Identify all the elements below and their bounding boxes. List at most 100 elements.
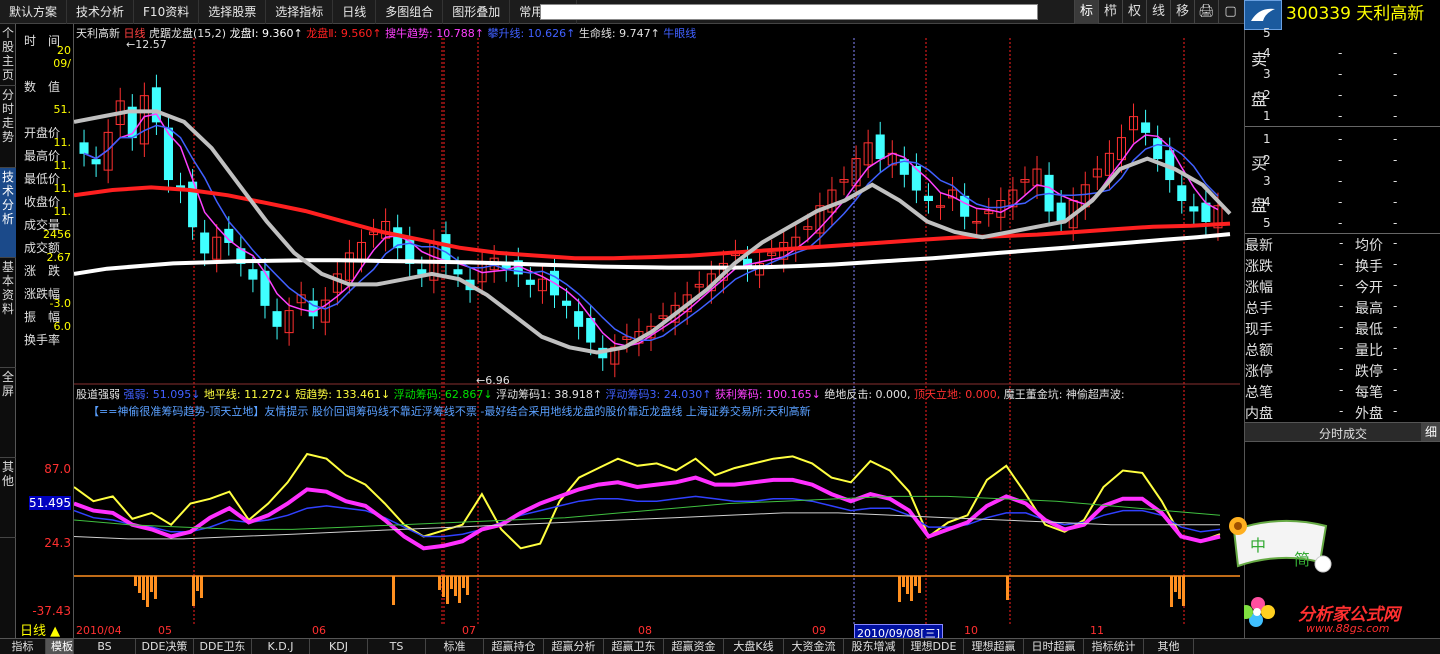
tab-intraday[interactable]: 分时走势 (0, 86, 16, 168)
signal-bar (392, 576, 395, 605)
legend-entry: 攀升线: 10.626↑ (487, 27, 579, 40)
menu-f10[interactable]: F10资料 (134, 0, 200, 24)
sell-label: 盘 (1251, 90, 1268, 109)
orderbook-price: - (1338, 88, 1343, 102)
quote-label: 均价 (1355, 238, 1383, 254)
bottom-tab[interactable]: 指标统计 (1084, 639, 1144, 654)
menu-multi-chart[interactable]: 多图组合 (376, 0, 444, 24)
brand-banner: 分析家公式网 www.88gs.com (1239, 594, 1440, 638)
quote-value: - (1393, 320, 1398, 334)
bottom-tab[interactable]: DDE决策 (136, 639, 194, 654)
window-icon[interactable]: ▢ (1218, 0, 1242, 24)
quote-value: - (1339, 341, 1344, 355)
ticks-fine-button[interactable]: 细 (1421, 423, 1440, 441)
bottom-tab[interactable]: DDE卫东 (194, 639, 252, 654)
print-icon[interactable]: 🖨 (1194, 0, 1218, 24)
divider (1245, 126, 1440, 127)
bottom-tab[interactable]: 超赢分析 (544, 639, 604, 654)
bottom-tab[interactable]: 模板 (46, 639, 74, 654)
info-label: 涨 跌 (24, 264, 61, 278)
orderbook-price: - (1338, 67, 1343, 81)
app-window: 默认方案 技术分析 F10资料 选择股票 选择指标 日线 多图组合 图形叠加 常… (0, 0, 1440, 654)
menu-overlay[interactable]: 图形叠加 (443, 0, 511, 24)
signal-bar (438, 576, 441, 590)
lower-axis-label: 51.495 (29, 496, 71, 510)
lower-axis-label: 87.0 (44, 462, 71, 476)
legend-entry: 虎踞龙盘(15,2) (149, 27, 230, 40)
legend-entry: 龙盘Ⅰ: 9.360↑ (229, 27, 307, 40)
quote-value: - (1339, 404, 1344, 418)
quote-value: - (1339, 257, 1344, 271)
jian-char: 简 (1294, 550, 1311, 569)
bottom-tab[interactable]: 理想DDE (904, 639, 964, 654)
orderbook-sell-row: 2-- (1245, 86, 1440, 107)
period-label[interactable]: 日线 ▲ (20, 620, 60, 639)
menu-select-indicator[interactable]: 选择指标 (266, 0, 334, 24)
orderbook-price: - (1338, 195, 1343, 209)
quote-label: 涨跌 (1245, 259, 1273, 275)
signal-bar (146, 576, 149, 607)
bottom-tab[interactable]: 超赢资金 (664, 639, 724, 654)
tool-line[interactable]: 线 (1146, 0, 1170, 24)
legend-entry: 顶天立地: 0.000, (914, 388, 1004, 401)
menu-technical-analysis[interactable]: 技术分析 (67, 0, 135, 24)
bottom-tab[interactable]: KDJ (310, 639, 368, 654)
quote-label: 内盘 (1245, 406, 1273, 422)
quote-label: 外盘 (1355, 406, 1383, 422)
info-value: 20 (57, 44, 71, 57)
quote-label: 最新 (1245, 238, 1273, 254)
bottom-tab[interactable]: 大资金流 (784, 639, 844, 654)
bottom-tab[interactable]: 指标 (0, 639, 46, 654)
kline-chart[interactable]: ←12.57←6.96 (73, 24, 1240, 624)
tab-technical[interactable]: 技术分析 (0, 168, 16, 258)
orderbook-volume: - (1393, 88, 1398, 102)
menu-select-stock[interactable]: 选择股票 (199, 0, 267, 24)
candle-body (1189, 206, 1199, 212)
candle-body (574, 311, 584, 327)
orderbook-volume: - (1393, 216, 1398, 230)
menu-daily[interactable]: 日线 (333, 0, 377, 24)
quote-label: 每笔 (1355, 385, 1383, 401)
legend-entry: 生命线: 9.747↑ (578, 27, 664, 40)
bottom-tab[interactable]: 理想超赢 (964, 639, 1024, 654)
candle-body (960, 195, 970, 217)
quote-label: 最高 (1355, 301, 1383, 317)
bottom-tab[interactable]: 标准 (426, 639, 484, 654)
bottom-tab[interactable]: 超赢卫东 (604, 639, 664, 654)
ticks-bar[interactable]: 分时成交 细 (1245, 422, 1440, 442)
triangle-up-icon[interactable]: ▲ (50, 624, 60, 639)
flower-logo-icon (1239, 597, 1275, 627)
menu-default-scheme[interactable]: 默认方案 (0, 0, 68, 24)
orderbook-volume: - (1393, 109, 1398, 123)
bottom-tab[interactable]: 日时超赢 (1024, 639, 1084, 654)
signal-bar (1178, 576, 1181, 599)
bottom-tab[interactable]: 其他 (1144, 639, 1194, 654)
legend-entry: 日线 (123, 27, 149, 40)
tool-mark[interactable]: 标 (1074, 0, 1098, 24)
tab-stock-home[interactable]: 个股主页 (0, 24, 16, 86)
quote-row: 总额 - 量比 - (1245, 339, 1440, 360)
tool-rights[interactable]: 权 (1122, 0, 1146, 24)
tab-other[interactable]: 其他 (0, 458, 16, 538)
bottom-tab[interactable]: K.D.J (252, 639, 310, 654)
orderbook-level: 5 (1263, 26, 1271, 40)
tool-grid[interactable]: 栉 (1098, 0, 1122, 24)
signal-bar (142, 576, 145, 600)
command-input[interactable] (540, 4, 1038, 20)
chart-area[interactable]: ←12.57 ←6.96 天利高新 日线 虎踞龙盘(15,2) 龙盘Ⅰ: 9.36… (73, 24, 1240, 638)
legend-entry: 强弱: 51.095↓ (123, 388, 204, 401)
tool-move[interactable]: 移 (1170, 0, 1194, 24)
legend-entry: 魔王董金坑: 神偷超声波: (1003, 388, 1125, 401)
candle-body (441, 234, 451, 264)
indicator-line (73, 475, 1221, 551)
date-axis: 2010/04 05 06 07 08 09 10 11 2010/09/08[三] (74, 624, 1240, 642)
bottom-tab[interactable]: 股东增减 (844, 639, 904, 654)
bottom-tab[interactable]: 大盘K线 (724, 639, 784, 654)
brand-url: www.88gs.com (1306, 622, 1390, 635)
tab-fullscreen[interactable]: 全屏 (0, 368, 16, 458)
tab-basic-info[interactable]: 基本资料 (0, 258, 16, 368)
bottom-tab[interactable]: BS (74, 639, 136, 654)
quote-row: 总笔 - 每笔 - (1245, 381, 1440, 402)
bottom-tab[interactable]: 超赢持仓 (484, 639, 544, 654)
bottom-tab[interactable]: TS (368, 639, 426, 654)
